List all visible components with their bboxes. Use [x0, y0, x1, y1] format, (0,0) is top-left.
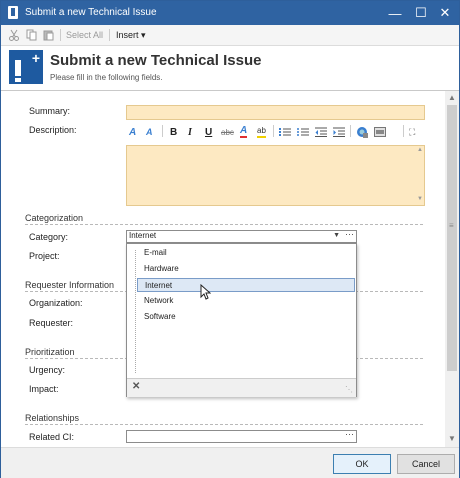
- decrease-indent-icon[interactable]: [315, 125, 327, 139]
- font-shrink-icon[interactable]: A: [146, 125, 153, 139]
- project-label: Project:: [29, 251, 60, 261]
- dropdown-option-software[interactable]: Software: [141, 310, 351, 324]
- resize-grip-icon[interactable]: ⋱: [345, 385, 353, 394]
- impact-label: Impact:: [29, 384, 59, 394]
- close-icon[interactable]: ✕: [433, 1, 457, 25]
- section-categorization: Categorization: [25, 213, 84, 223]
- description-textarea[interactable]: ▲ ▼: [126, 145, 425, 206]
- font-color-icon[interactable]: A: [240, 125, 248, 138]
- new-issue-icon: +: [9, 50, 43, 84]
- minimize-icon[interactable]: —: [383, 1, 407, 25]
- scroll-thumb[interactable]: [447, 105, 457, 371]
- underline-icon[interactable]: U: [205, 125, 212, 139]
- summary-input[interactable]: [126, 105, 425, 120]
- dialog-window: Submit a new Technical Issue — ☐ ✕ Selec…: [0, 0, 460, 478]
- dropdown-footer: ✕ ⋱: [127, 378, 356, 397]
- page-subtitle: Please fill in the following fields.: [50, 73, 163, 82]
- category-dropdown: E-mail Hardware Internet Network Softwar…: [126, 243, 357, 397]
- numbered-list-icon[interactable]: [279, 125, 291, 139]
- scroll-down-icon[interactable]: ▼: [448, 434, 456, 443]
- related-ci-label: Related CI:: [29, 432, 75, 442]
- organization-label: Organization:: [29, 298, 83, 308]
- highlight-icon[interactable]: ab: [257, 125, 266, 138]
- dropdown-option-network[interactable]: Network: [141, 294, 351, 308]
- dropdown-option-hardware[interactable]: Hardware: [141, 262, 351, 276]
- page-title: Submit a new Technical Issue: [50, 52, 262, 69]
- dropdown-option-internet[interactable]: Internet: [137, 278, 355, 292]
- page-header: + Submit a new Technical Issue Please fi…: [1, 46, 459, 91]
- title-bar: Submit a new Technical Issue — ☐ ✕: [1, 1, 459, 25]
- description-scrollbar[interactable]: ▲ ▼: [415, 146, 424, 205]
- app-icon: [8, 6, 18, 19]
- strikethrough-icon[interactable]: abc: [221, 125, 234, 139]
- section-requester: Requester Information: [25, 280, 115, 290]
- bold-icon[interactable]: B: [170, 125, 177, 139]
- window-title: Submit a new Technical Issue: [25, 7, 157, 18]
- richtext-toolbar: A A B I U abc A ab ⛶: [126, 123, 423, 141]
- increase-indent-icon[interactable]: [333, 125, 345, 139]
- description-label: Description:: [29, 125, 77, 135]
- ok-button[interactable]: OK: [333, 454, 391, 474]
- fullscreen-icon[interactable]: ⛶: [409, 125, 415, 139]
- scissors-icon[interactable]: [9, 28, 19, 42]
- dialog-footer: OK Cancel: [1, 447, 459, 478]
- category-label: Category:: [29, 232, 69, 242]
- cancel-button[interactable]: Cancel: [397, 454, 455, 474]
- italic-icon[interactable]: I: [188, 125, 192, 139]
- section-relationships: Relationships: [25, 413, 80, 423]
- ellipsis-icon[interactable]: ···: [345, 429, 354, 439]
- paste-icon[interactable]: [43, 28, 54, 42]
- dropdown-option-email[interactable]: E-mail: [141, 246, 351, 260]
- category-value: Internet: [129, 231, 157, 240]
- summary-label: Summary:: [29, 106, 71, 116]
- insert-menu[interactable]: Insert ▾: [116, 28, 146, 42]
- mouse-pointer-icon: [200, 283, 212, 302]
- scroll-up-icon[interactable]: ▲: [448, 93, 456, 102]
- select-all-button[interactable]: Select All: [66, 28, 103, 42]
- ellipsis-icon[interactable]: ···: [345, 229, 354, 239]
- section-prioritization: Prioritization: [25, 347, 75, 357]
- bulleted-list-icon[interactable]: [297, 125, 309, 139]
- requester-label: Requester:: [29, 318, 74, 328]
- image-icon[interactable]: [374, 125, 386, 139]
- category-combobox[interactable]: Internet ▼ ···: [126, 229, 357, 243]
- copy-icon[interactable]: [26, 28, 37, 42]
- scroll-grip-icon: ≡: [449, 221, 454, 230]
- form-scrollbar[interactable]: ▲ ≡ ▼: [445, 91, 459, 447]
- related-ci-input[interactable]: ···: [126, 429, 357, 443]
- edit-toolbar: Select All Insert ▾: [1, 25, 459, 46]
- chevron-down-icon[interactable]: ▼: [333, 232, 340, 239]
- urgency-label: Urgency:: [29, 365, 66, 375]
- maximize-icon[interactable]: ☐: [409, 1, 433, 25]
- link-icon[interactable]: [356, 125, 368, 139]
- font-grow-icon[interactable]: A: [129, 125, 136, 139]
- clear-x-icon[interactable]: ✕: [132, 381, 140, 392]
